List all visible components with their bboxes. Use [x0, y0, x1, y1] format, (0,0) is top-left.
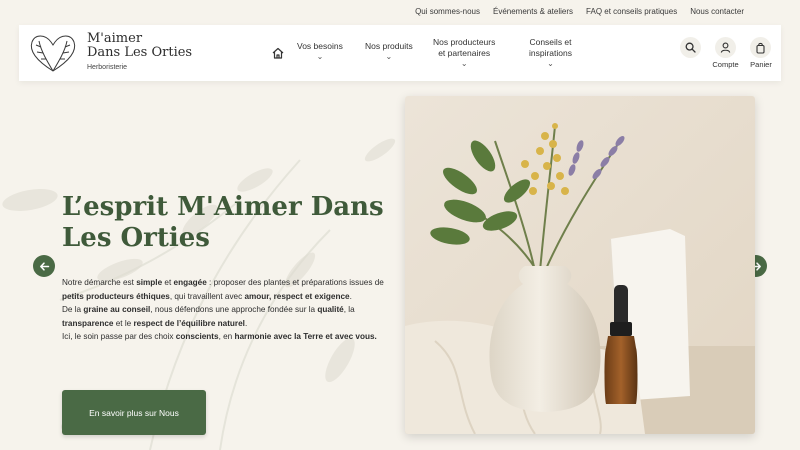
hero-text-emphasis: amour, respect et exigence	[244, 291, 350, 301]
hero-text-emphasis: simple	[136, 278, 163, 287]
hero-text-run: et le	[113, 318, 134, 328]
nav-nos-produits[interactable]: Nos produits ⌄	[365, 41, 413, 61]
hero-text-emphasis: conscients	[175, 332, 219, 341]
cart-label[interactable]: Panier	[743, 60, 779, 69]
hero-text-emphasis: graine au conseil	[83, 305, 151, 314]
nav-vos-besoins[interactable]: Vos besoins ⌄	[297, 41, 343, 61]
nav-producteurs-partenaires[interactable]: Nos producteurs et partenaires ⌄	[433, 37, 495, 68]
hero-text-emphasis: qualité	[317, 305, 344, 314]
brand-name[interactable]: M'aimer Dans Les Orties	[87, 32, 192, 60]
hero-text-run: et	[162, 278, 174, 287]
nav-label-line1: Conseils et	[529, 37, 572, 47]
account-button[interactable]	[715, 37, 736, 58]
utility-link-contact[interactable]: Nous contacter	[690, 7, 744, 16]
hero-text-run: Ici, le soin passe par des choix	[62, 332, 176, 341]
nav-label: Vos besoins	[297, 41, 343, 51]
hero-text-emphasis: engagée	[173, 278, 207, 287]
home-icon[interactable]	[271, 46, 285, 60]
brand-tagline: Herboristerie	[87, 64, 128, 71]
hero-text-run: .	[244, 318, 248, 328]
hero-text-emphasis: petits producteurs éthiques	[62, 291, 170, 301]
hero-text-run: .	[349, 291, 352, 301]
utility-link-faq[interactable]: FAQ et conseils pratiques	[586, 7, 677, 16]
learn-more-button[interactable]: En savoir plus sur Nous	[62, 390, 206, 435]
search-icon	[685, 42, 696, 53]
chevron-down-icon: ⌄	[460, 59, 468, 68]
hero-text-run: , nous défendons une approche fondée sur…	[150, 305, 318, 314]
brand-name-line2: Dans Les Orties	[87, 45, 193, 60]
search-button[interactable]	[680, 37, 701, 58]
cart-button[interactable]	[750, 37, 771, 58]
nettle-heart-logo[interactable]	[27, 31, 79, 75]
nav-label-line2: inspirations	[529, 48, 572, 58]
hero-text-run: Notre démarche est	[62, 278, 137, 287]
nav-conseils-inspirations[interactable]: Conseils et inspirations ⌄	[529, 37, 572, 68]
chevron-down-icon: ⌄	[316, 52, 324, 61]
chevron-down-icon: ⌄	[385, 52, 393, 61]
carousel-prev-button[interactable]	[33, 255, 55, 277]
hero-title: L’esprit M'Aimer Dans Les Orties	[62, 192, 384, 253]
nav-label-line2: et partenaires	[438, 48, 491, 58]
hero-text-run: , qui travaillent avec	[169, 291, 245, 301]
arrow-left-icon	[39, 261, 49, 271]
main-header: M'aimer Dans Les Orties Herboristerie Vo…	[19, 25, 781, 81]
hero-text-emphasis: harmonie avec la Terre et avec vous.	[234, 332, 377, 341]
hero-description: Notre démarche est simple et engagée : p…	[62, 276, 384, 344]
nav-label: Nos produits	[365, 41, 413, 51]
hero-text-emphasis: transparence	[62, 318, 114, 328]
chevron-down-icon: ⌄	[547, 59, 554, 68]
hero-text-run: , la	[343, 305, 355, 314]
hero-product-photo	[405, 96, 755, 434]
utility-nav: Qui sommes-nous Événements & ateliers FA…	[415, 7, 744, 16]
account-label[interactable]: Compte	[707, 60, 744, 69]
brand-name-line1: M'aimer	[87, 31, 143, 46]
hero-text-run: De la	[62, 305, 84, 314]
hero-text-emphasis: respect de l’équilibre naturel	[133, 318, 245, 328]
hero-text-run: , en	[218, 332, 235, 341]
bag-icon	[756, 42, 765, 54]
user-icon	[720, 42, 731, 53]
hero-text-run: : proposer des plantes et préparations i…	[206, 278, 384, 287]
utility-link-events[interactable]: Événements & ateliers	[493, 7, 573, 16]
nav-label-line1: Nos producteurs	[433, 37, 496, 47]
utility-link-about[interactable]: Qui sommes-nous	[415, 7, 480, 16]
